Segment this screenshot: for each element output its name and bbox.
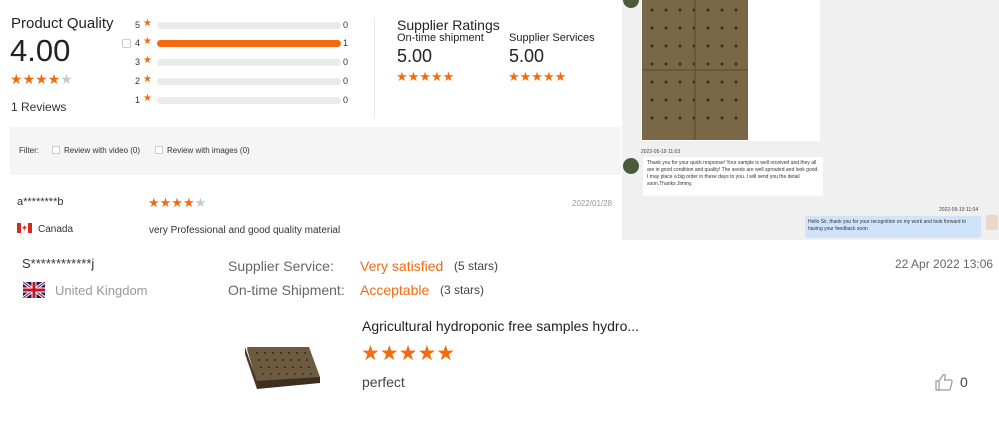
filter-video-option[interactable]: Review with video (0) bbox=[52, 146, 140, 155]
star-icon: ★ bbox=[194, 195, 207, 210]
star-icon: ★ bbox=[143, 36, 152, 47]
rating-bar bbox=[157, 40, 341, 47]
rating-row-stars: 4 bbox=[135, 38, 141, 48]
reviewer-country: Canada bbox=[38, 224, 74, 235]
star-icon: ★ bbox=[143, 74, 152, 85]
product-quality-stars: ★★★★★ bbox=[10, 71, 73, 88]
rating-row-count: 0 bbox=[343, 57, 349, 67]
rating-row-3[interactable]: 3 ★ 0 bbox=[122, 55, 362, 70]
star-icon: ★ bbox=[143, 55, 152, 66]
star-icon: ★★★★ bbox=[148, 195, 195, 210]
divider bbox=[374, 18, 375, 118]
star-icon: ★ bbox=[143, 93, 152, 104]
rating-bar-fill bbox=[157, 40, 341, 47]
product-thumbnail[interactable] bbox=[243, 319, 323, 395]
chat-message: Hello Sir, thank you for your recognitio… bbox=[805, 216, 981, 238]
chat-timestamp: 2022-05-19 11:04 bbox=[939, 207, 979, 213]
filter-images-option[interactable]: Review with images (0) bbox=[155, 146, 250, 155]
on-time-shipment-stars: (3 stars) bbox=[440, 283, 485, 297]
product-title-link[interactable]: Agricultural hydroponic free samples hyd… bbox=[362, 318, 639, 334]
supplier-services-score: 5.00 bbox=[509, 46, 545, 66]
rating-row-stars: 3 bbox=[135, 57, 141, 67]
review-text: very Professional and good quality mater… bbox=[149, 225, 341, 236]
review-count: 1 Reviews bbox=[11, 100, 67, 114]
review-text: perfect bbox=[362, 374, 405, 390]
star-icon: ★ bbox=[35, 71, 48, 87]
supplier-ratings-title: Supplier Ratings bbox=[397, 17, 500, 33]
on-time-shipment-label: On-time shipment bbox=[397, 32, 484, 44]
thumbs-up-icon[interactable] bbox=[934, 372, 954, 392]
supplier-services-label: Supplier Services bbox=[509, 32, 595, 44]
rating-row-count: 0 bbox=[343, 76, 349, 86]
on-time-shipment-stars: ★★★★★ bbox=[396, 69, 455, 84]
uk-flag-icon bbox=[23, 282, 45, 298]
reviewer-country: United Kingdom bbox=[55, 283, 148, 298]
product-photo bbox=[642, 0, 748, 140]
rating-row-stars: 5 bbox=[135, 20, 141, 30]
rating-row-stars: 1 bbox=[135, 95, 141, 105]
supplier-service-label: Supplier Service: bbox=[228, 258, 334, 274]
rating-row-count: 0 bbox=[343, 20, 349, 30]
rating-row-stars: 2 bbox=[135, 76, 141, 86]
supplier-service-value: Very satisfied bbox=[360, 258, 444, 274]
filter-video-checkbox[interactable] bbox=[52, 146, 60, 154]
like-count: 0 bbox=[960, 374, 968, 390]
review-date: 22 Apr 2022 13:06 bbox=[895, 257, 994, 271]
rating-row-4[interactable]: 4 ★ 1 bbox=[122, 36, 362, 51]
star-icon: ★ bbox=[10, 71, 23, 87]
star-icon: ★ bbox=[47, 71, 61, 87]
filter-images-checkbox[interactable] bbox=[155, 146, 163, 154]
rating-row-2[interactable]: 2 ★ 0 bbox=[122, 74, 362, 89]
rating-bar bbox=[157, 78, 341, 85]
canada-flag-icon bbox=[17, 223, 32, 233]
star-icon: ★ bbox=[60, 71, 73, 87]
reviewer-name: a********b bbox=[17, 196, 64, 208]
filter-label: Filter: bbox=[19, 146, 39, 155]
on-time-shipment-label: On-time Shipment: bbox=[228, 282, 345, 298]
chat-avatar bbox=[623, 158, 639, 174]
star-icon: ★ bbox=[143, 18, 152, 29]
product-quality-score: 4.00 bbox=[10, 33, 71, 68]
review-stars: ★★★★★ bbox=[148, 195, 206, 211]
chat-message: Thank you for your quick response! Your … bbox=[643, 157, 823, 196]
rating-checkbox[interactable] bbox=[122, 39, 131, 48]
rating-row-count: 1 bbox=[343, 38, 349, 48]
supplier-service-stars: (5 stars) bbox=[454, 259, 499, 273]
filter-video-label: Review with video (0) bbox=[64, 146, 141, 155]
product-quality-title: Product Quality bbox=[11, 15, 114, 32]
filter-images-label: Review with images (0) bbox=[167, 146, 250, 155]
rating-bar bbox=[157, 97, 341, 104]
review-stars: ★★★★★ bbox=[361, 342, 456, 365]
on-time-shipment-score: 5.00 bbox=[397, 46, 433, 66]
rating-bar bbox=[157, 59, 341, 66]
rating-row-count: 0 bbox=[343, 95, 349, 105]
chat-avatar bbox=[986, 215, 998, 230]
reviewer-name: S************j bbox=[22, 256, 95, 271]
star-icon: ★ bbox=[22, 71, 36, 87]
rating-row-1[interactable]: 1 ★ 0 bbox=[122, 93, 362, 108]
rating-row-5[interactable]: 5 ★ 0 bbox=[122, 18, 362, 33]
review-date: 2022/01/28 bbox=[572, 199, 613, 208]
supplier-services-stars: ★★★★★ bbox=[508, 69, 567, 84]
chat-timestamp: 2022-05-19 11:03 bbox=[641, 149, 681, 155]
on-time-shipment-value: Acceptable bbox=[360, 282, 430, 298]
rating-bar bbox=[157, 22, 341, 29]
